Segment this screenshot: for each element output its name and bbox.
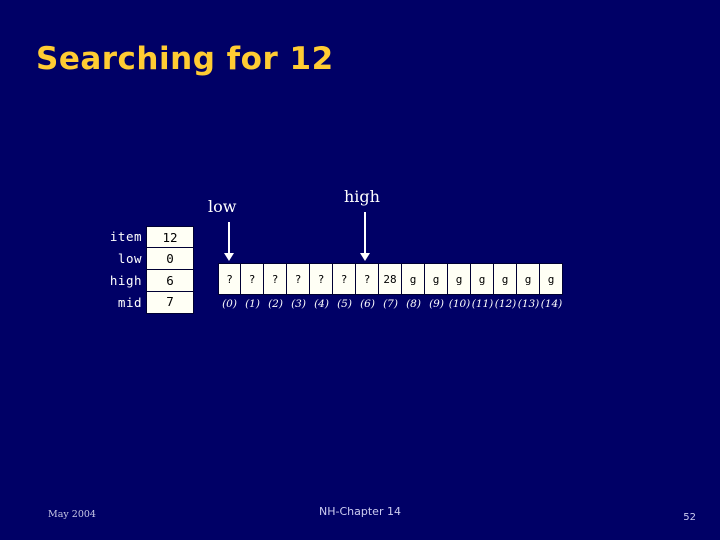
variable-label-high: high xyxy=(109,273,142,288)
array-diagram: ? ? ? ? ? ? ? 28 g g g g g g g (0) (1) (… xyxy=(218,263,563,311)
array-index-label: (3) xyxy=(291,298,306,310)
pointer-low-label: low xyxy=(208,197,237,216)
array-cell: ? xyxy=(287,263,310,295)
array-index-label: (10) xyxy=(448,298,471,310)
array-index-label: (5) xyxy=(337,298,352,310)
variable-label-item: item xyxy=(109,229,142,244)
pointer-high-label: high xyxy=(344,187,380,206)
array-cell: g xyxy=(517,263,540,295)
pointer-high-arrow-head xyxy=(360,253,370,261)
array-index-label: (9) xyxy=(429,298,444,310)
array-index-label: (13) xyxy=(517,298,540,310)
variable-label-low: low xyxy=(117,251,142,266)
array-cell: 28 xyxy=(379,263,402,295)
array-cell: g xyxy=(448,263,471,295)
pointer-low-arrow-shaft xyxy=(228,222,230,255)
slide-canvas: Searching for 12 item 12 low 0 high 6 mi… xyxy=(0,0,720,540)
page-title: Searching for 12 xyxy=(36,41,334,77)
variable-value-high: 6 xyxy=(146,270,194,292)
array-index-label: (7) xyxy=(383,298,398,310)
array-cell: ? xyxy=(218,263,241,295)
table-row: high 6 xyxy=(84,270,194,292)
array-cell: g xyxy=(425,263,448,295)
array-cell: ? xyxy=(310,263,333,295)
array-index-label: (11) xyxy=(471,298,494,310)
array-index-label: (14) xyxy=(540,298,563,310)
array-index-label: (12) xyxy=(494,298,517,310)
array-cells-row: ? ? ? ? ? ? ? 28 g g g g g g g xyxy=(218,263,563,295)
footer-chapter: NH-Chapter 14 xyxy=(319,505,401,518)
array-cell: ? xyxy=(241,263,264,295)
table-row: item 12 xyxy=(84,226,194,248)
array-cell: g xyxy=(402,263,425,295)
table-row: low 0 xyxy=(84,248,194,270)
array-index-label: (1) xyxy=(245,298,260,310)
table-row: mid 7 xyxy=(84,292,194,314)
variable-value-low: 0 xyxy=(146,248,194,270)
array-cell: ? xyxy=(356,263,379,295)
variable-label-mid: mid xyxy=(117,295,142,310)
variable-table: item 12 low 0 high 6 mid 7 xyxy=(84,226,194,314)
array-index-label: (6) xyxy=(360,298,375,310)
array-index-label: (8) xyxy=(406,298,421,310)
array-cell: ? xyxy=(264,263,287,295)
pointer-high-arrow-shaft xyxy=(364,212,366,255)
array-index-row: (0) (1) (2) (3) (4) (5) (6) (7) (8) (9) … xyxy=(218,297,563,311)
array-index-label: (0) xyxy=(222,298,237,310)
array-cell: g xyxy=(540,263,563,295)
array-cell: g xyxy=(471,263,494,295)
array-index-label: (4) xyxy=(314,298,329,310)
pointer-low-arrow-head xyxy=(224,253,234,261)
variable-value-item: 12 xyxy=(146,226,194,248)
array-cell: ? xyxy=(333,263,356,295)
array-index-label: (2) xyxy=(268,298,283,310)
variable-value-mid: 7 xyxy=(146,292,194,314)
footer-page-number: 52 xyxy=(683,512,696,523)
array-cell: g xyxy=(494,263,517,295)
